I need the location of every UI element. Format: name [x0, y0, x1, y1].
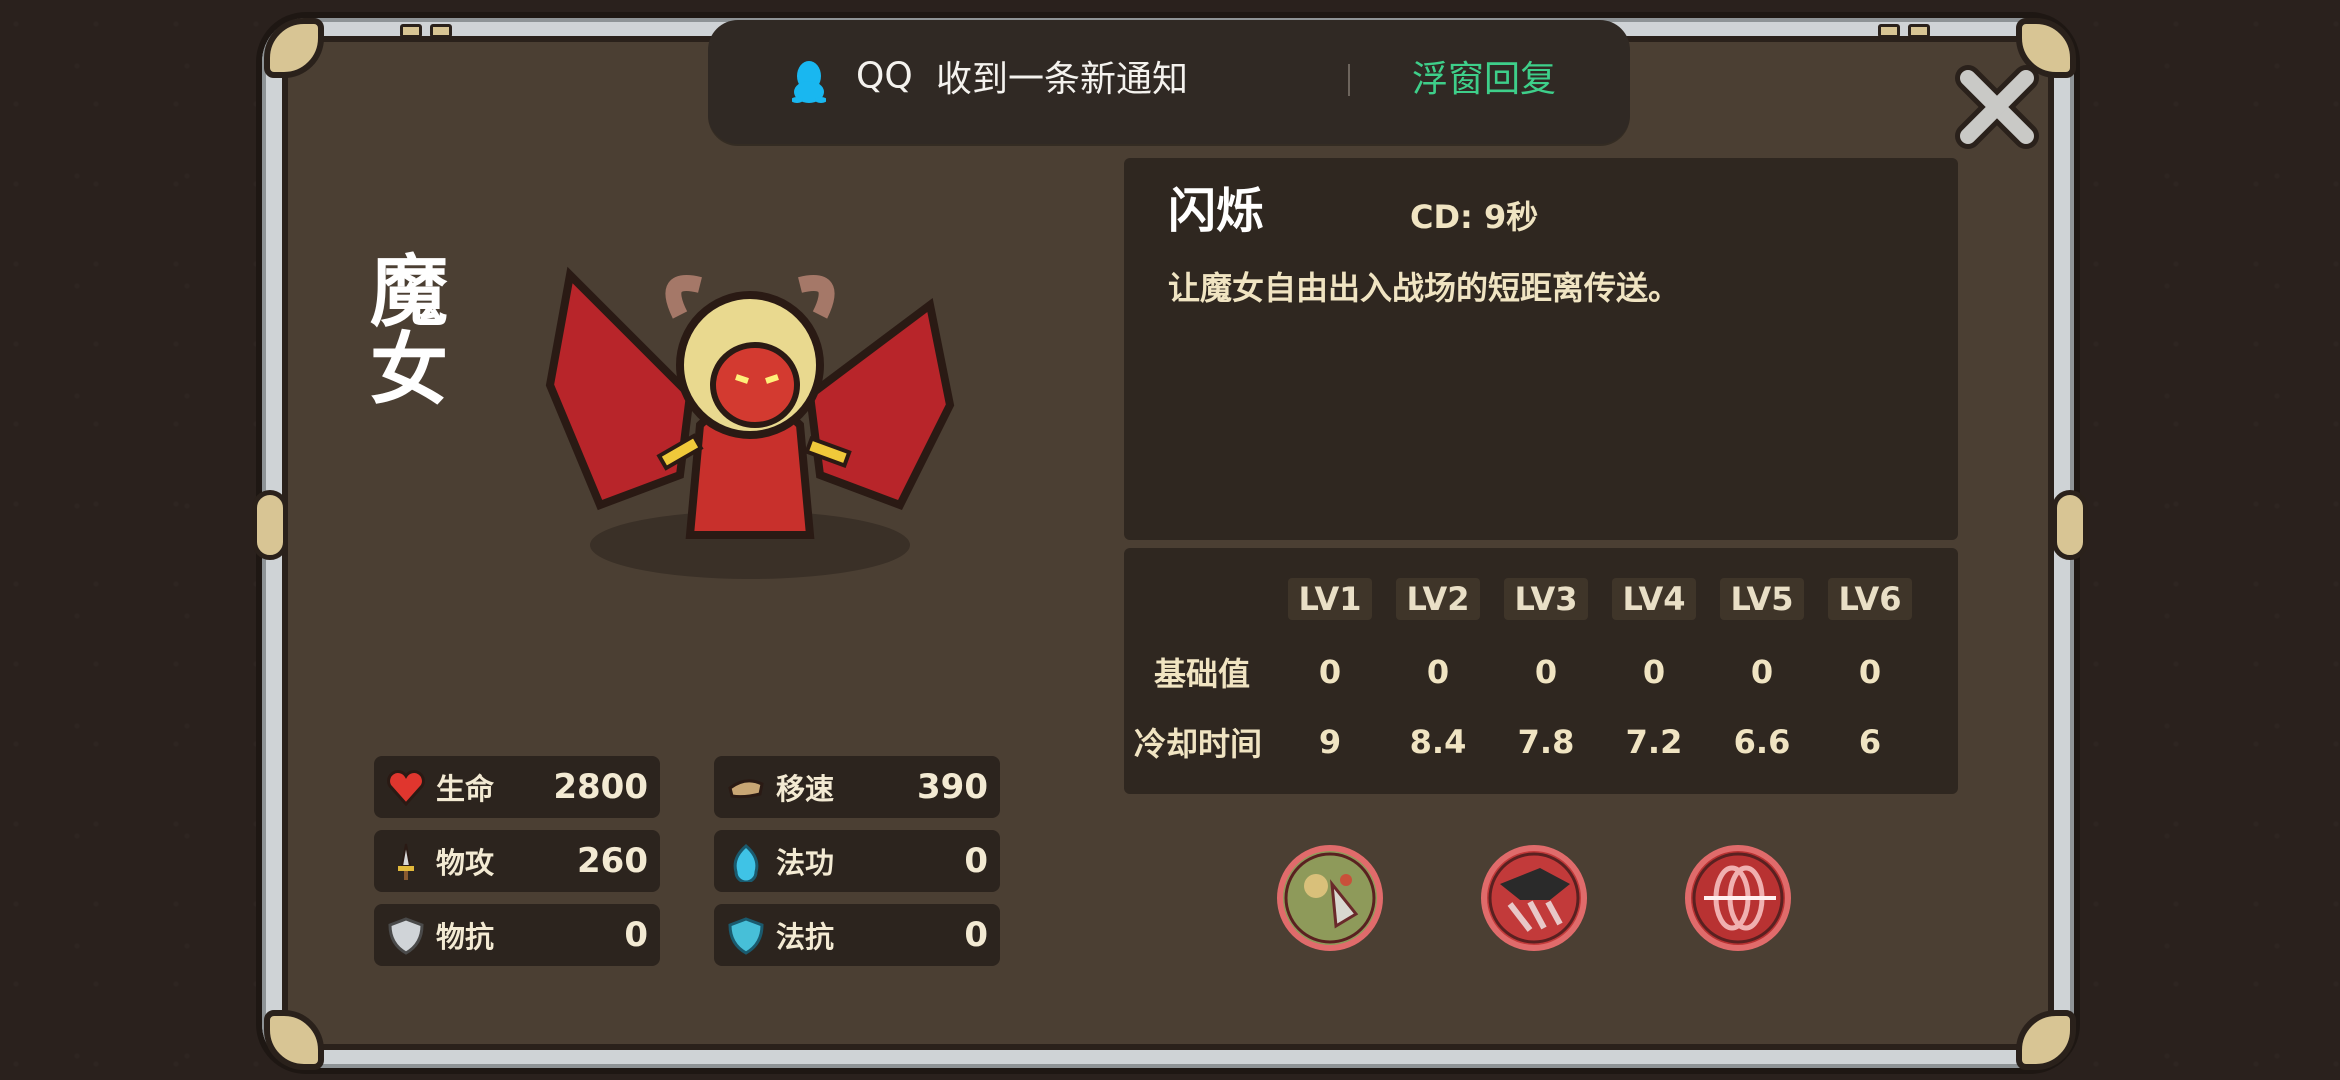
skill-icon-2[interactable]	[1480, 844, 1588, 952]
frame-rivet	[1908, 24, 1930, 38]
skill-icon-1[interactable]	[1276, 844, 1384, 952]
skill-icon-3[interactable]	[1684, 844, 1792, 952]
table-cell: 6.6	[1733, 723, 1791, 761]
stat-value: 0	[964, 915, 988, 955]
table-cell: 0	[1318, 653, 1342, 691]
table-cell: 8.4	[1409, 723, 1467, 761]
heart-icon	[387, 770, 425, 807]
stat-value: 0	[964, 841, 988, 881]
frame-rivet	[400, 24, 422, 38]
magic-orb-icon	[733, 844, 759, 882]
table-cell: 6	[1858, 723, 1882, 761]
table-cell: 0	[1858, 653, 1882, 691]
table-cell: 0	[1534, 653, 1558, 691]
level-header: LV4	[1612, 578, 1696, 620]
blue-shield-icon	[728, 917, 764, 955]
frame-rivet	[430, 24, 452, 38]
notification-app-name: QQ	[856, 55, 913, 97]
close-icon[interactable]	[1950, 60, 2044, 154]
stat-magic-defense: 法抗 0	[714, 904, 1000, 966]
stat-value: 260	[577, 841, 648, 881]
level-header: LV5	[1720, 578, 1804, 620]
row-label-base: 基础值	[1154, 655, 1251, 693]
stat-physical-attack: 物攻 260	[374, 830, 660, 892]
stat-value: 0	[624, 915, 648, 955]
table-cell: 0	[1750, 653, 1774, 691]
stat-magic-attack: 法功 0	[714, 830, 1000, 892]
stat-label: 物抗	[436, 920, 495, 954]
stat-physical-defense: 物抗 0	[374, 904, 660, 966]
stat-move-speed: 移速 390	[714, 756, 1000, 818]
skill-description: 让魔女自由出入战场的短距离传送。	[1168, 269, 1681, 307]
stat-value: 390	[917, 767, 988, 807]
silver-shield-icon	[388, 917, 424, 955]
stat-value: 2800	[553, 767, 648, 807]
stat-label: 法功	[776, 846, 835, 880]
skill-name: 闪烁	[1168, 183, 1265, 239]
stat-label: 移速	[776, 772, 835, 806]
frame-knob	[2052, 490, 2088, 560]
row-label-cooldown: 冷却时间	[1134, 725, 1263, 763]
float-reply-button[interactable]: 浮窗回复	[1412, 50, 1556, 102]
stat-label: 物攻	[436, 846, 495, 880]
skill-level-table: LV1 LV2 LV3 LV4 LV5 LV6 基础值 0 0 0 0 0 0 …	[1124, 548, 1958, 794]
stat-hp: 生命 2800	[374, 756, 660, 818]
table-cell: 0	[1642, 653, 1666, 691]
sword-icon	[398, 843, 414, 880]
notification-banner[interactable]: QQ 收到一条新通知 浮窗回复	[708, 20, 1630, 144]
level-header: LV1	[1288, 578, 1372, 620]
level-header: LV3	[1504, 578, 1588, 620]
frame-rivet	[1878, 24, 1900, 38]
hero-name: 魔女	[357, 250, 447, 406]
stat-label: 生命	[436, 772, 495, 806]
witch-portrait	[545, 266, 955, 579]
notification-message: 收到一条新通知	[936, 59, 1189, 100]
level-header: LV2	[1396, 578, 1480, 620]
frame-knob	[252, 490, 288, 560]
qq-penguin-icon	[792, 61, 826, 103]
table-cell: 9	[1318, 723, 1342, 761]
skill-description-box: 闪烁 CD: 9秒 让魔女自由出入战场的短距离传送。	[1124, 158, 1958, 540]
stat-label: 法抗	[776, 920, 835, 954]
table-cell: 7.8	[1517, 723, 1575, 761]
skill-cooldown: CD: 9秒	[1410, 198, 1539, 236]
table-cell: 0	[1426, 653, 1450, 691]
boots-icon	[728, 779, 764, 799]
notification-divider	[1348, 64, 1350, 96]
table-cell: 7.2	[1625, 723, 1683, 761]
level-header: LV6	[1828, 578, 1912, 620]
